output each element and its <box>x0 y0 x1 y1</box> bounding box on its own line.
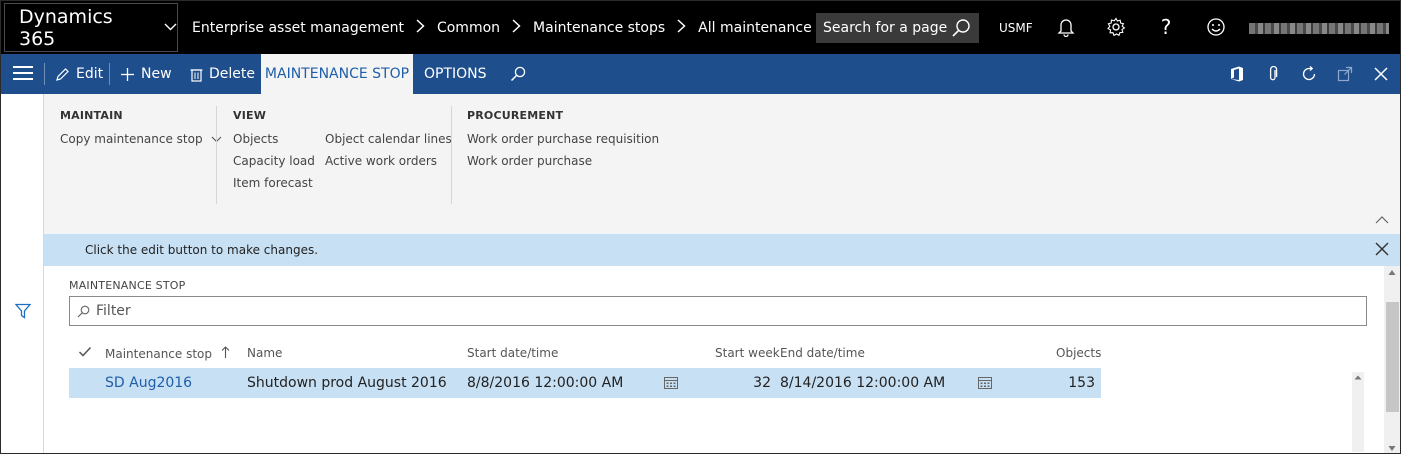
cell-maintenance-stop[interactable]: SD Aug2016 <box>105 368 192 398</box>
gear-icon[interactable] <box>1104 15 1128 39</box>
work-order-purchase-requisition-link[interactable]: Work order purchase requisition <box>467 132 659 146</box>
close-icon[interactable] <box>1371 64 1391 84</box>
close-icon[interactable] <box>1374 241 1390 257</box>
new-label: New <box>141 66 172 82</box>
filter-icon[interactable] <box>14 303 32 319</box>
item-forecast-link[interactable]: Item forecast <box>233 176 313 190</box>
menu-label: Copy maintenance stop <box>60 132 203 146</box>
app-window: Dynamics 365 Enterprise asset management… <box>0 0 1401 454</box>
breadcrumb-item[interactable]: Common <box>437 20 500 36</box>
cell-name: Shutdown prod August 2016 <box>247 375 447 391</box>
chevron-right-icon <box>416 18 425 38</box>
new-button[interactable]: New <box>120 54 172 94</box>
tab-maintenance-stop[interactable]: MAINTENANCE STOP <box>261 54 413 94</box>
app-switcher[interactable]: Dynamics 365 <box>4 3 178 52</box>
work-order-purchase-link[interactable]: Work order purchase <box>467 154 592 168</box>
breadcrumb: Enterprise asset management Common Maint… <box>192 1 854 54</box>
section-title: MAINTENANCE STOP <box>69 279 186 292</box>
cell-objects: 153 <box>1068 375 1095 391</box>
chevron-down-icon <box>164 20 177 34</box>
grid-scrollbar[interactable] <box>1352 372 1364 452</box>
trash-icon <box>190 68 203 82</box>
group-title: PROCUREMENT <box>467 109 564 122</box>
left-rail <box>1 94 44 453</box>
column-header-start-week[interactable]: Start week <box>715 346 780 360</box>
message-bar: Click the edit button to make changes. <box>44 234 1400 266</box>
column-header-name[interactable]: Name <box>247 346 282 360</box>
calendar-icon[interactable] <box>664 376 678 389</box>
breadcrumb-item[interactable]: Enterprise asset management <box>192 20 404 36</box>
header-label: Maintenance stop <box>105 347 213 361</box>
tab-options[interactable]: OPTIONS <box>424 54 487 94</box>
plus-icon <box>121 67 134 81</box>
column-header-end-datetime[interactable]: End date/time <box>780 346 865 360</box>
search-icon <box>77 305 90 318</box>
table-row[interactable]: SD Aug2016 Shutdown prod August 2016 8/8… <box>69 368 1101 398</box>
search-placeholder: Search for a page <box>823 20 948 36</box>
cell-end-datetime: 8/14/2016 12:00:00 AM <box>780 375 946 391</box>
open-new-window-icon[interactable] <box>1335 64 1355 84</box>
chevron-up-icon[interactable] <box>1375 214 1389 224</box>
scrollbar-thumb[interactable] <box>1386 302 1399 412</box>
brand-title: Dynamics 365 <box>19 5 113 50</box>
action-ribbon: MAINTAIN Copy maintenance stop VIEW Obje… <box>44 94 1400 234</box>
delete-label: Delete <box>209 66 255 82</box>
objects-link[interactable]: Objects <box>233 132 278 146</box>
content-area: MAINTENANCE STOP Filter Maintenance stop… <box>44 266 1400 453</box>
edit-button[interactable]: Edit <box>55 54 103 94</box>
delete-button[interactable]: Delete <box>190 54 255 94</box>
help-icon[interactable]: ? <box>1154 15 1178 39</box>
search-icon[interactable] <box>508 64 528 84</box>
copy-maintenance-stop-menu[interactable]: Copy maintenance stop <box>60 132 222 146</box>
chevron-right-icon <box>677 18 686 38</box>
cell-start-datetime: 8/8/2016 12:00:00 AM <box>467 375 624 391</box>
bell-icon[interactable] <box>1054 15 1078 39</box>
divider <box>216 106 217 204</box>
filter-placeholder: Filter <box>96 303 131 319</box>
group-title: VIEW <box>233 109 267 122</box>
breadcrumb-item[interactable]: Maintenance stops <box>533 20 665 36</box>
search-icon[interactable] <box>951 18 971 38</box>
capacity-load-link[interactable]: Capacity load <box>233 154 315 168</box>
office-icon[interactable] <box>1227 64 1247 84</box>
refresh-icon[interactable] <box>1299 64 1319 84</box>
column-header-maintenance-stop[interactable]: Maintenance stop <box>105 346 230 361</box>
filter-input[interactable]: Filter <box>69 296 1367 326</box>
sort-ascending-icon <box>221 346 230 358</box>
company-picker[interactable]: USMF <box>999 1 1033 54</box>
divider <box>109 63 110 85</box>
object-calendar-lines-link[interactable]: Object calendar lines <box>325 132 452 146</box>
divider <box>451 106 452 204</box>
column-header-objects[interactable]: Objects <box>1056 346 1101 360</box>
page-search-input[interactable]: Search for a page <box>816 13 979 43</box>
user-name-redacted[interactable] <box>1249 23 1389 34</box>
edit-label: Edit <box>76 66 104 82</box>
group-title: MAINTAIN <box>60 109 123 122</box>
calendar-icon[interactable] <box>978 376 992 389</box>
select-all-checkmark-icon[interactable] <box>78 346 92 361</box>
hamburger-menu-icon[interactable] <box>13 66 33 82</box>
active-work-orders-link[interactable]: Active work orders <box>325 154 437 168</box>
attachment-icon[interactable] <box>1263 64 1283 84</box>
smiley-icon[interactable] <box>1204 15 1228 39</box>
chevron-right-icon <box>512 18 521 38</box>
divider <box>44 63 45 85</box>
action-pane: Edit New Delete MAINTENANCE STOP OPTIONS <box>1 54 1400 94</box>
message-text: Click the edit button to make changes. <box>85 243 319 257</box>
cell-start-week: 32 <box>753 375 771 391</box>
top-nav-bar: Dynamics 365 Enterprise asset management… <box>1 1 1400 54</box>
page-scrollbar[interactable] <box>1384 266 1400 453</box>
column-header-start-datetime[interactable]: Start date/time <box>467 346 558 360</box>
pencil-icon <box>56 67 69 81</box>
